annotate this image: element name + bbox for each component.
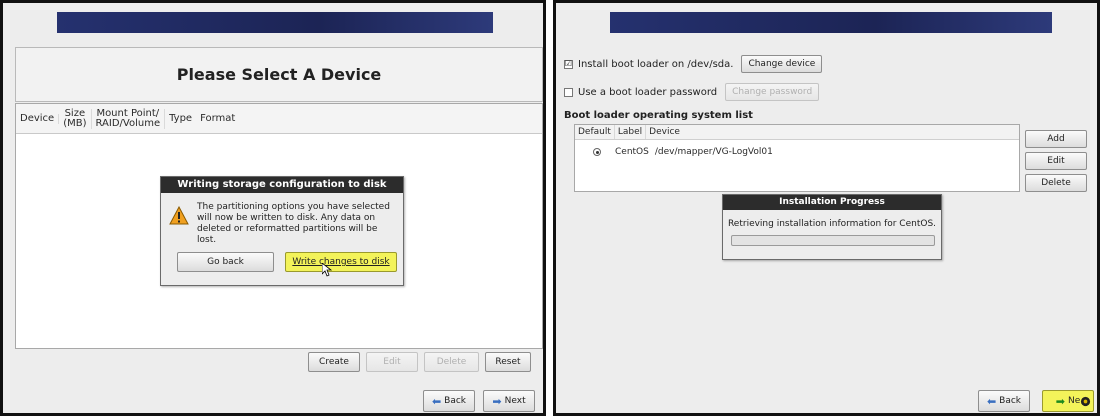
edit-button[interactable]: Edit — [1025, 152, 1087, 170]
installation-progress-dialog: Installation Progress Retrieving install… — [722, 194, 942, 260]
go-back-label: Go back — [207, 257, 244, 267]
install-bootloader-checkbox[interactable]: ☑ — [564, 59, 573, 69]
partition-screen: Please Select A Device Device Size (MB) … — [0, 0, 546, 416]
edit-button[interactable]: Edit — [366, 352, 418, 372]
default-radio[interactable] — [593, 148, 601, 156]
write-changes-button[interactable]: Write changes to disk — [285, 252, 397, 277]
column-type[interactable]: Type — [165, 112, 196, 124]
os-label: CentOS — [615, 147, 649, 157]
next-arrow-icon: ➡ — [492, 394, 502, 408]
bootloader-password-checkbox[interactable] — [564, 87, 573, 97]
os-list[interactable]: Default Label Device CentOS /dev/mapper/… — [574, 124, 1020, 192]
create-label: Create — [319, 357, 349, 367]
mouse-cursor-icon — [322, 263, 332, 277]
progress-bar — [731, 235, 935, 246]
delete-button[interactable]: Delete — [1025, 174, 1087, 192]
delete-button[interactable]: Delete — [424, 352, 479, 372]
write-storage-dialog: Writing storage configuration to disk Th… — [160, 176, 404, 286]
os-list-header: Default Label Device — [575, 125, 1019, 140]
back-arrow-icon: ⬅ — [986, 394, 997, 408]
reset-label: Reset — [495, 357, 521, 367]
os-device: /dev/mapper/VG-LogVol01 — [654, 147, 773, 157]
checkmark-icon: ☑ — [564, 59, 573, 68]
back-button[interactable]: ⬅ Back — [423, 390, 475, 412]
column-format[interactable]: Format — [196, 112, 239, 124]
back-label: Back — [999, 396, 1022, 406]
partition-actions: Create Edit Delete Reset — [308, 352, 531, 372]
right-navigation: ⬅ Back ➡ Ne — [978, 390, 1094, 412]
delete-label: Delete — [1041, 178, 1071, 188]
installer-banner — [57, 12, 493, 33]
bootloader-password-label[interactable]: Use a boot loader password — [578, 87, 717, 98]
dialog-title: Writing storage configuration to disk — [161, 177, 403, 193]
go-back-button[interactable]: Go back — [177, 252, 274, 272]
write-changes-label: Write changes to disk — [292, 257, 390, 267]
left-navigation: ⬅ Back ➡ Next — [423, 390, 535, 412]
back-arrow-icon: ⬅ — [431, 394, 442, 408]
column-device-label: Device — [20, 112, 55, 124]
change-device-button[interactable]: Change device — [741, 55, 823, 73]
column-size[interactable]: Size (MB) — [59, 107, 92, 129]
create-button[interactable]: Create — [308, 352, 360, 372]
mouse-cursor-icon — [1080, 396, 1091, 407]
warning-icon — [169, 206, 189, 225]
list-item[interactable]: CentOS /dev/mapper/VG-LogVol01 — [575, 144, 1019, 160]
column-device[interactable]: Device — [646, 125, 683, 139]
dialog-message: The partitioning options you have select… — [197, 202, 390, 245]
panel-divider — [546, 0, 553, 416]
installer-banner — [610, 12, 1052, 33]
os-list-actions: Add Edit Delete — [1025, 130, 1087, 192]
change-device-label: Change device — [748, 59, 816, 69]
column-mount-point[interactable]: Mount Point/ RAID/Volume — [92, 107, 166, 129]
back-label: Back — [444, 396, 467, 406]
column-format-label: Format — [200, 112, 236, 124]
reset-button[interactable]: Reset — [485, 352, 531, 372]
progress-title: Installation Progress — [723, 195, 941, 210]
column-size-label: Size (MB) — [63, 107, 87, 129]
next-arrow-icon: ➡ — [1055, 394, 1065, 408]
page-title: Please Select A Device — [176, 65, 382, 84]
install-bootloader-label[interactable]: Install boot loader on /dev/sda. — [578, 59, 733, 70]
column-label[interactable]: Label — [615, 125, 647, 139]
select-device-header: Please Select A Device — [15, 47, 543, 102]
install-bootloader-row: ☑ Install boot loader on /dev/sda. Chang… — [564, 55, 823, 73]
next-button[interactable]: ➡ Ne — [1042, 390, 1094, 412]
edit-label: Edit — [383, 357, 401, 367]
add-label: Add — [1047, 134, 1065, 144]
column-type-label: Type — [169, 112, 193, 124]
add-button[interactable]: Add — [1025, 130, 1087, 148]
column-device[interactable]: Device — [16, 112, 60, 124]
edit-label: Edit — [1047, 156, 1065, 166]
next-label: Next — [504, 396, 526, 406]
column-default[interactable]: Default — [575, 125, 615, 139]
progress-status: Retrieving installation information for … — [727, 219, 937, 229]
change-password-label: Change password — [732, 87, 813, 97]
next-label: Ne — [1067, 396, 1081, 406]
delete-label: Delete — [436, 357, 467, 367]
change-password-button[interactable]: Change password — [725, 83, 820, 101]
bootloader-screen: ☑ Install boot loader on /dev/sda. Chang… — [553, 0, 1100, 416]
bootloader-password-row: Use a boot loader password Change passwo… — [564, 83, 820, 101]
os-list-title: Boot loader operating system list — [564, 110, 753, 121]
column-mount-point-label: Mount Point/ RAID/Volume — [95, 107, 161, 129]
next-button[interactable]: ➡ Next — [483, 390, 535, 412]
back-button[interactable]: ⬅ Back — [978, 390, 1030, 412]
device-table-header: Device Size (MB) Mount Point/ RAID/Volum… — [16, 104, 542, 134]
